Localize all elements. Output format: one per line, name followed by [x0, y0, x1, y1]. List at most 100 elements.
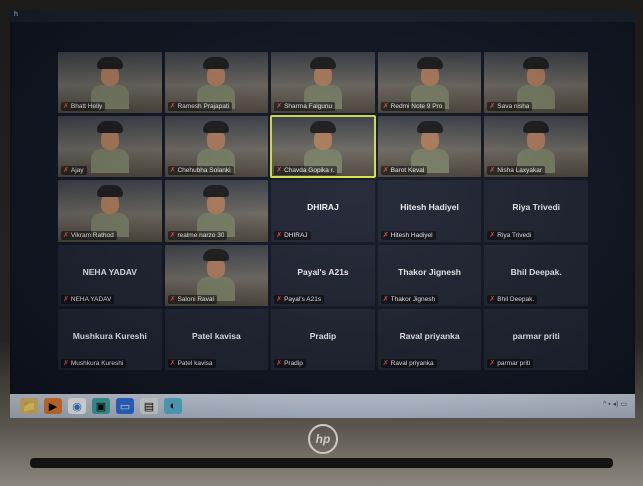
- participant-tile[interactable]: Payal's A21s ✗ Payal's A21s: [271, 244, 375, 306]
- participant-display-name: Patel kavisa: [192, 330, 241, 341]
- participant-name: Redmi Note 9 Pro: [390, 103, 443, 111]
- participant-tile[interactable]: Pradip ✗ Pradip: [271, 308, 375, 370]
- mic-muted-icon: ✗: [169, 295, 176, 303]
- window-title: h: [14, 11, 18, 18]
- mic-muted-icon: ✗: [63, 103, 69, 111]
- participant-display-name: DHIRAJ: [307, 202, 339, 213]
- participant-name-label: ✗ parmar priti: [487, 359, 534, 368]
- zoom-icon[interactable]: ▭: [116, 398, 134, 414]
- participant-name: Saloni Raval: [177, 295, 214, 303]
- participant-name: Ramesh Prajapati: [177, 103, 230, 111]
- participant-tile[interactable]: Thakor Jignesh ✗ Thakor Jignesh: [377, 244, 482, 306]
- participant-name: parmar priti: [497, 360, 531, 367]
- participant-name-label: ✗ Vikram Rathod: [61, 230, 117, 240]
- participant-name: DHIRAJ: [284, 231, 308, 239]
- participant-name: realme narzo 30: [177, 231, 225, 239]
- mic-muted-icon: ✗: [382, 231, 389, 239]
- participant-tile[interactable]: Hitesh Hadiyel ✗ Hitesh Hadiyel: [377, 180, 482, 242]
- mic-muted-icon: ✗: [276, 360, 283, 367]
- participant-tile[interactable]: ✗ Barot Keval: [377, 116, 482, 178]
- participant-video-feed: [197, 56, 236, 109]
- participant-tile[interactable]: ✗ Bhatt Helly: [58, 52, 162, 114]
- participant-video-feed: [197, 121, 236, 174]
- participant-name-label: ✗ Bhatt Helly: [61, 102, 106, 112]
- participant-tile[interactable]: DHIRAJ ✗ DHIRAJ: [271, 180, 375, 242]
- media-player-icon[interactable]: ▶: [44, 398, 62, 414]
- chrome-icon[interactable]: ◉: [68, 398, 86, 414]
- participant-display-name: Payal's A21s: [297, 266, 349, 277]
- mic-muted-icon: ✗: [489, 231, 496, 239]
- participant-name-label: ✗ Riya Trivedi: [487, 230, 535, 240]
- participant-video-feed: [197, 185, 236, 238]
- participant-display-name: Pradip: [309, 330, 337, 341]
- system-tray[interactable]: ^ ▪ ◂) ▭: [603, 400, 627, 408]
- mic-muted-icon: ✗: [489, 167, 496, 175]
- windows-explorer-icon[interactable]: 📁: [20, 398, 38, 414]
- participant-name: Bhil Deepak.: [497, 295, 535, 303]
- participant-name-label: ✗ Raval priyanka: [380, 359, 437, 368]
- participant-tile[interactable]: ✗ Nisha Laxyakar: [484, 116, 588, 178]
- mic-muted-icon: ✗: [63, 360, 69, 367]
- participant-tile[interactable]: ✗ Sharma Falgunu: [271, 52, 375, 114]
- participant-tile[interactable]: Raval priyanka ✗ Raval priyanka: [377, 308, 482, 370]
- participant-name: Thakor Jignesh: [390, 295, 436, 303]
- participant-name: Ajay: [70, 167, 84, 175]
- participant-name-label: ✗ Sharma Falgunu: [274, 102, 336, 112]
- participant-name-label: ✗ realme narzo 30: [167, 230, 228, 240]
- hp-logo: hp: [308, 424, 338, 454]
- participant-video-feed: [517, 121, 556, 174]
- participant-tile[interactable]: ✗ Chavda Gopika r.: [270, 115, 376, 179]
- participant-tile[interactable]: Patel kavisa ✗ Patel kavisa: [164, 308, 269, 370]
- files-icon[interactable]: ▤: [140, 398, 158, 414]
- mic-muted-icon: ✗: [276, 231, 283, 239]
- participant-name-label: ✗ Redmi Note 9 Pro: [380, 102, 446, 112]
- participant-name: Nisha Laxyakar: [497, 167, 543, 175]
- participant-tile[interactable]: Riya Trivedi ✗ Riya Trivedi: [484, 180, 588, 242]
- participant-video-feed: [90, 121, 129, 174]
- participant-tile[interactable]: parmar priti ✗ parmar priti: [484, 308, 588, 370]
- participant-name-label: ✗ Mushkura Kureshi: [61, 359, 127, 368]
- mic-muted-icon: ✗: [169, 167, 176, 175]
- participant-name: Bhatt Helly: [70, 103, 103, 111]
- mic-muted-icon: ✗: [63, 231, 69, 239]
- mic-muted-icon: ✗: [169, 103, 176, 111]
- participant-tile[interactable]: ✗ Ramesh Prajapati: [164, 52, 269, 114]
- participant-tile[interactable]: ✗ Chehubha Solanki: [164, 116, 269, 178]
- mic-muted-icon: ✗: [276, 167, 283, 175]
- participant-tile[interactable]: ✗ Sava nisha: [484, 52, 588, 114]
- participant-video-feed: [197, 249, 236, 302]
- participant-name: Hitesh Hadiyel: [390, 231, 433, 239]
- participant-tile[interactable]: ✗ Saloni Raval: [164, 244, 269, 306]
- participant-tile[interactable]: ✗ Ajay: [58, 116, 162, 178]
- participant-name-label: ✗ Ramesh Prajapati: [167, 102, 233, 112]
- participant-display-name: Bhil Deepak.: [510, 266, 562, 277]
- video-grid: ✗ Bhatt Helly ✗ Ramesh Prajapati ✗ Sharma Fal…: [58, 52, 588, 370]
- mic-muted-icon: ✗: [382, 295, 389, 303]
- participant-name-label: ✗ Barot Keval: [380, 166, 428, 176]
- participant-video-feed: [90, 56, 129, 109]
- participant-name-label: ✗ Pradip: [274, 359, 306, 368]
- participant-tile[interactable]: Bhil Deepak. ✗ Bhil Deepak.: [484, 244, 588, 306]
- participant-tile[interactable]: ✗ Redmi Note 9 Pro: [377, 52, 482, 114]
- participant-video-feed: [303, 121, 342, 174]
- mic-muted-icon: ✗: [489, 103, 496, 111]
- participant-tile[interactable]: ✗ Vikram Rathod: [58, 180, 162, 242]
- mic-muted-icon: ✗: [489, 360, 496, 367]
- participant-name-label: ✗ Patel kavisa: [167, 359, 216, 368]
- photos-icon[interactable]: ▣: [92, 398, 110, 414]
- participant-video-feed: [517, 56, 556, 109]
- participant-name: Raval priyanka: [390, 360, 434, 367]
- mic-muted-icon: ✗: [276, 103, 283, 111]
- participant-display-name: Thakor Jignesh: [398, 266, 461, 277]
- participant-display-name: NEHA YADAV: [82, 266, 137, 277]
- participant-name: Patel kavisa: [177, 360, 213, 367]
- participant-name-label: ✗ Payal's A21s: [274, 294, 325, 304]
- participant-name-label: ✗ Chavda Gopika r.: [274, 166, 338, 176]
- participant-tile[interactable]: Mushkura Kureshi ✗ Mushkura Kureshi: [58, 308, 162, 370]
- participant-name-label: ✗ Saloni Raval: [167, 294, 217, 304]
- participant-tile[interactable]: NEHA YADAV ✗ NEHA YADAV: [58, 244, 162, 306]
- edge-icon[interactable]: ◐: [164, 398, 182, 414]
- participant-video-feed: [90, 185, 129, 238]
- participant-tile[interactable]: ✗ realme narzo 30: [164, 180, 269, 242]
- participant-name: Riya Trivedi: [497, 231, 532, 239]
